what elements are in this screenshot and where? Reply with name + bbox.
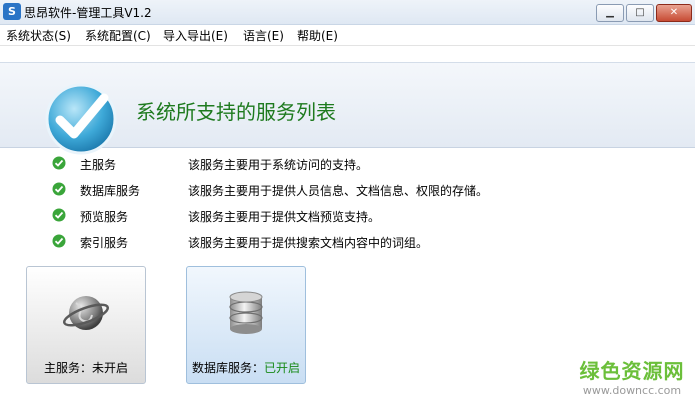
service-desc: 该服务主要用于提供文档预览支持。 [188, 210, 381, 224]
watermark: 绿色资源网 www.downcc.com [572, 355, 692, 397]
check-circle-icon [52, 182, 66, 196]
window-title: 思昂软件-管理工具V1.2 [24, 6, 152, 20]
check-circle-icon [52, 234, 66, 248]
database-service-state: 已开启 [264, 361, 301, 375]
check-circle-icon [52, 208, 66, 222]
app-icon: S [3, 3, 21, 20]
service-name: 索引服务 [80, 236, 129, 250]
main-service-status: 主服务：未开启 [27, 359, 145, 376]
menu-import-export[interactable]: 导入导出(E) [163, 27, 228, 44]
service-desc: 该服务主要用于提供人员信息、文档信息、权限的存储。 [188, 184, 489, 198]
watermark-text: 绿色资源网 [579, 359, 685, 383]
database-icon [229, 291, 263, 334]
main-service-label: 主服务： [43, 361, 92, 375]
main-service-state: 未开启 [92, 361, 129, 375]
check-circle-icon [52, 156, 66, 170]
maximize-button[interactable]: □ [626, 4, 654, 22]
close-button[interactable]: ✕ [656, 4, 692, 22]
menu-system-config[interactable]: 系统配置(C) [85, 27, 151, 44]
menu-system-status[interactable]: 系统状态(S) [6, 27, 71, 44]
title-bar: S 思昂软件-管理工具V1.2 ▁ □ ✕ [0, 0, 695, 25]
service-name: 数据库服务 [80, 184, 141, 198]
menu-help[interactable]: 帮助(E) [297, 27, 338, 44]
menu-bar: 系统状态(S) 系统配置(C) 导入导出(E) 语言(E) 帮助(E) [0, 25, 695, 46]
database-service-card[interactable]: 数据库服务：已开启 [186, 266, 306, 384]
service-desc: 该服务主要用于提供搜索文档内容中的词组。 [188, 236, 429, 250]
service-name: 预览服务 [80, 210, 129, 224]
service-desc: 该服务主要用于系统访问的支持。 [188, 158, 369, 172]
menu-language[interactable]: 语言(E) [243, 27, 284, 44]
minimize-icon: ▁ [606, 7, 614, 18]
close-icon: ✕ [669, 7, 679, 18]
checkmark-logo-icon [45, 83, 117, 155]
service-name: 主服务 [80, 158, 117, 172]
database-service-label: 数据库服务： [191, 361, 264, 375]
database-service-status: 数据库服务：已开启 [187, 359, 305, 376]
main-service-card[interactable]: 主服务：未开启 [26, 266, 146, 384]
globe-icon [63, 296, 109, 330]
watermark-url: www.downcc.com [582, 384, 682, 397]
minimize-button[interactable]: ▁ [596, 4, 624, 22]
page-title: 系统所支持的服务列表 [136, 100, 336, 124]
maximize-icon: □ [635, 7, 645, 18]
